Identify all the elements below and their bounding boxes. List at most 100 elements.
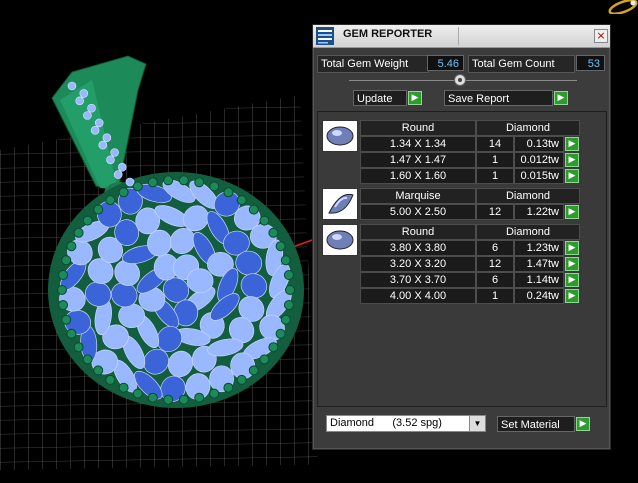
group-3-row-4-count: 1 <box>476 288 514 304</box>
group-1-row-2-go-icon[interactable]: ▶ <box>565 153 579 167</box>
update-go-icon[interactable]: ▶ <box>408 91 422 105</box>
prong-bead <box>82 354 93 365</box>
group-3-row-1-weight: 1.23tw <box>514 240 564 256</box>
prong-bead <box>61 314 72 325</box>
title-bar[interactable]: GEM REPORTER × <box>313 25 610 48</box>
prong-bead <box>194 392 205 403</box>
prong-bead <box>58 300 69 310</box>
material-select-value: Diamond (3.52 spg) <box>330 417 442 429</box>
total-gem-count-value: 53 <box>576 55 605 71</box>
prong-bead <box>93 204 104 215</box>
group-1-material: Diamond <box>476 120 580 136</box>
group-3-row-4-weight: 0.24tw <box>514 288 564 304</box>
group-3-row-3-weight: 1.14tw <box>514 272 564 288</box>
prong-bead <box>118 382 129 393</box>
prong-bead <box>105 374 116 385</box>
prong-bead <box>132 181 143 192</box>
prong-bead <box>178 175 189 186</box>
prong-bead <box>259 215 270 226</box>
total-gem-weight-label: Total Gem Weight <box>317 55 429 73</box>
prong-bead <box>163 394 174 405</box>
close-button[interactable]: × <box>594 29 608 43</box>
group-2-row-1-count: 12 <box>476 204 514 220</box>
prong-bead <box>57 285 67 295</box>
bail-gem <box>79 89 89 98</box>
prong-bead <box>248 365 259 376</box>
prong-bead <box>259 354 270 365</box>
prong-bead <box>223 382 234 393</box>
prong-bead <box>66 328 77 339</box>
group-3-row-2-go-icon[interactable]: ▶ <box>565 257 579 271</box>
group-2-material: Diamond <box>476 188 580 204</box>
group-1-row-1-go-icon[interactable]: ▶ <box>565 137 579 151</box>
prong-bead <box>61 255 72 266</box>
save-report-button[interactable]: Save Report <box>444 90 553 106</box>
group-1-row-1-count: 14 <box>476 136 514 152</box>
group-1-shape: Round <box>360 120 476 136</box>
bail-gem <box>83 111 92 120</box>
prong-bead <box>209 181 220 192</box>
prong-bead <box>105 195 116 206</box>
bail-gem <box>125 177 135 187</box>
prong-bead <box>285 285 295 295</box>
bail-gem <box>67 81 77 91</box>
bail-gem <box>90 126 100 135</box>
group-1-row-2-weight: 0.012tw <box>514 152 564 168</box>
group-3-row-2-weight: 1.47tw <box>514 256 564 272</box>
ring-icon[interactable] <box>603 0 638 14</box>
group-3-row-1-go-icon[interactable]: ▶ <box>565 241 579 255</box>
round-gem-icon[interactable] <box>322 120 358 152</box>
prong-bead <box>236 195 247 206</box>
group-1-row-2-size: 1.47 X 1.47 <box>360 152 476 168</box>
prong-bead <box>268 342 279 353</box>
zoom-slider-knob[interactable] <box>454 74 466 86</box>
group-2-row-1-go-icon[interactable]: ▶ <box>565 205 579 219</box>
round-gem-icon[interactable] <box>322 224 358 256</box>
group-3-row-4-go-icon[interactable]: ▶ <box>565 289 579 303</box>
prong-bead <box>209 388 220 399</box>
material-select[interactable]: Diamond (3.52 spg) ▼ <box>326 415 486 432</box>
total-gem-count-label: Total Gem Count <box>468 55 575 73</box>
group-3-row-3-go-icon[interactable]: ▶ <box>565 273 579 287</box>
prong-bead <box>275 328 286 339</box>
prong-bead <box>147 177 158 188</box>
prong-bead <box>73 342 84 353</box>
group-3-row-1-count: 6 <box>476 240 514 256</box>
set-material-go-icon[interactable]: ▶ <box>576 417 590 431</box>
title-divider <box>458 27 459 45</box>
group-3-material: Diamond <box>476 224 580 240</box>
prong-bead <box>118 187 129 198</box>
group-3-row-2-size: 3.20 X 3.20 <box>360 256 476 272</box>
bail-gem <box>113 170 123 179</box>
marquise-gem-icon[interactable] <box>322 188 358 220</box>
group-1-row-3-go-icon[interactable]: ▶ <box>565 169 579 183</box>
gem-list[interactable]: Round Diamond 1.34 X 1.34 14 0.13tw ▶ 1.… <box>317 111 607 407</box>
group-2-row-1-size: 5.00 X 2.50 <box>360 204 476 220</box>
panel-title: GEM REPORTER <box>343 28 433 40</box>
group-1-row-1-weight: 0.13tw <box>514 136 564 152</box>
set-material-button[interactable]: Set Material <box>497 416 575 432</box>
bail-gem <box>102 133 112 142</box>
prong-bead <box>73 227 84 238</box>
gem-reporter-icon <box>316 27 334 45</box>
prong-bead <box>280 314 291 325</box>
save-report-go-icon[interactable]: ▶ <box>554 91 568 105</box>
prong-bead <box>163 175 174 186</box>
group-1-row-3-size: 1.60 X 1.60 <box>360 168 476 184</box>
prong-bead <box>283 270 294 280</box>
prong-bead <box>248 204 259 215</box>
total-gem-weight-value: 5.46 <box>427 55 464 71</box>
prong-bead <box>147 392 158 403</box>
bail-gem <box>106 155 115 165</box>
update-button[interactable]: Update <box>353 90 407 106</box>
prong-bead <box>194 177 205 188</box>
gem-reporter-panel: GEM REPORTER × Total Gem Weight 5.46 Tot… <box>312 24 611 450</box>
prong-bead <box>283 300 294 310</box>
prong-bead <box>82 215 93 226</box>
chevron-down-icon[interactable]: ▼ <box>469 416 485 431</box>
prong-bead <box>275 241 286 252</box>
prong-bead <box>132 388 143 399</box>
group-3-row-4-size: 4.00 X 4.00 <box>360 288 476 304</box>
group-1-row-3-count: 1 <box>476 168 514 184</box>
group-3-row-1-size: 3.80 X 3.80 <box>360 240 476 256</box>
